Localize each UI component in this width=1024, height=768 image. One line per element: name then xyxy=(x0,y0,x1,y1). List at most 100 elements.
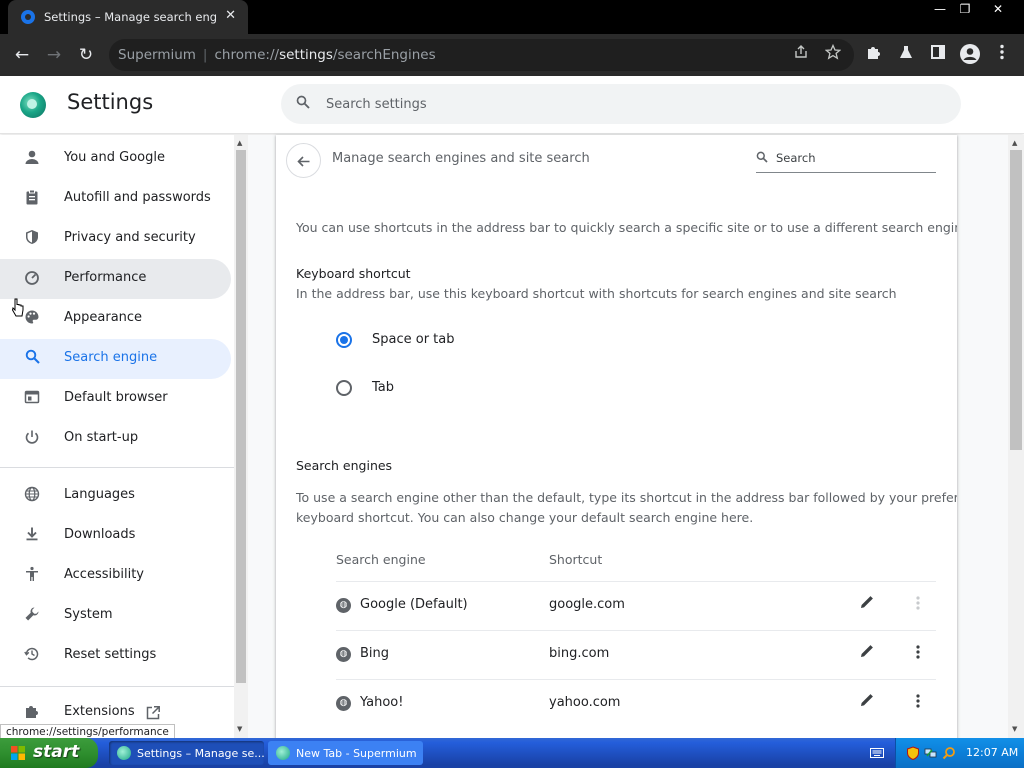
speedometer-icon xyxy=(22,269,42,289)
engine-shortcut: bing.com xyxy=(549,646,610,661)
more-actions-icon[interactable] xyxy=(908,692,928,714)
sidebar-item-label: Accessibility xyxy=(64,567,144,582)
taskbar-item-new-tab[interactable]: New Tab - Supermium xyxy=(268,741,423,765)
puzzle-icon xyxy=(22,703,42,723)
sidebar-item-accessibility[interactable]: Accessibility xyxy=(0,556,231,596)
settings-header: Settings xyxy=(0,76,1024,134)
more-actions-icon[interactable] xyxy=(908,594,928,616)
sidebar-item-languages[interactable]: Languages xyxy=(0,476,231,516)
keyboard-icon[interactable] xyxy=(870,747,884,759)
radio-label-space-or-tab: Space or tab xyxy=(372,332,455,347)
radio-space-or-tab[interactable] xyxy=(336,332,352,348)
sidebar-item-autofill[interactable]: Autofill and passwords xyxy=(0,179,231,219)
scroll-down-arrow-icon[interactable]: ▼ xyxy=(1012,725,1017,733)
settings-sidebar: You and Google Autofill and passwords Pr… xyxy=(0,135,234,738)
back-button[interactable]: ← xyxy=(10,43,34,67)
settings-search-input[interactable] xyxy=(326,95,926,113)
edit-pencil-icon[interactable] xyxy=(856,594,878,616)
search-engines-card: Manage search engines and site search Yo… xyxy=(276,135,957,745)
sidebar-scrollbar[interactable]: ▲ ▼ xyxy=(234,135,248,738)
page-title: Settings xyxy=(67,90,154,114)
sidebar-item-downloads[interactable]: Downloads xyxy=(0,516,231,556)
page-scroll-thumb[interactable] xyxy=(1010,150,1022,450)
page-scrollbar[interactable]: ▲ ▼ xyxy=(1008,135,1024,738)
subpage-search[interactable] xyxy=(756,147,936,173)
site-name: Supermium xyxy=(118,47,196,63)
table-row: ◍ Google (Default) google.com xyxy=(336,581,936,630)
address-bar[interactable]: Supermium | chrome://settings/searchEngine… xyxy=(109,39,854,71)
url-scheme: chrome:// xyxy=(214,47,280,63)
sidebar-item-performance[interactable]: Performance xyxy=(0,259,231,299)
edit-pencil-icon[interactable] xyxy=(856,692,878,714)
globe-icon xyxy=(22,486,42,506)
browser-tab[interactable]: Settings – Manage search engines a ✕ xyxy=(8,0,248,34)
close-window-button[interactable]: ✕ xyxy=(985,0,1011,18)
person-icon xyxy=(22,149,42,169)
sidebar-item-privacy[interactable]: Privacy and security xyxy=(0,219,231,259)
windows-taskbar: start Settings – Manage se... New Tab - … xyxy=(0,738,1024,768)
reload-button[interactable]: ↻ xyxy=(74,43,98,67)
sidebar-item-system[interactable]: System xyxy=(0,596,231,636)
scroll-up-arrow-icon[interactable]: ▲ xyxy=(1012,139,1017,147)
search-icon xyxy=(22,349,42,369)
address-separator: | xyxy=(202,47,208,63)
keyboard-shortcut-heading: Keyboard shortcut xyxy=(296,266,411,281)
sidebar-item-label: Appearance xyxy=(64,310,143,325)
extensions-puzzle-icon[interactable] xyxy=(862,43,886,67)
browser-menu-icon[interactable] xyxy=(990,43,1014,67)
more-actions-icon[interactable] xyxy=(908,643,928,665)
scroll-up-arrow-icon[interactable]: ▲ xyxy=(237,139,242,147)
lab-flask-icon[interactable] xyxy=(894,43,918,67)
forward-button[interactable]: → xyxy=(42,43,66,67)
subpage-search-input[interactable] xyxy=(776,151,931,165)
radio-tab[interactable] xyxy=(336,380,352,396)
search-engines-heading: Search engines xyxy=(296,458,393,473)
sidebar-item-reset[interactable]: Reset settings xyxy=(0,636,231,676)
address-text[interactable]: Supermium | chrome://settings/searchEngine… xyxy=(118,47,436,63)
sidebar-item-you-and-google[interactable]: You and Google xyxy=(0,139,231,179)
network-icon[interactable] xyxy=(924,746,938,760)
sidebar-item-default-browser[interactable]: Default browser xyxy=(0,379,231,419)
tab-title: Settings – Manage search engines a xyxy=(44,10,216,24)
wrench-icon xyxy=(22,606,42,626)
tab-close-icon[interactable]: ✕ xyxy=(225,8,236,24)
bookmark-star-icon[interactable] xyxy=(821,43,845,67)
taskbar-item-label: Settings – Manage se... xyxy=(137,746,264,760)
security-shield-icon[interactable] xyxy=(906,746,920,761)
globe-icon: ◍ xyxy=(336,647,351,662)
minimize-button[interactable]: — xyxy=(927,0,953,18)
settings-gear-icon xyxy=(21,10,35,24)
start-button[interactable]: start xyxy=(0,738,98,768)
table-row: ◍ Yahoo! yahoo.com xyxy=(336,679,936,728)
supermium-app-icon xyxy=(276,746,290,760)
sidebar-item-on-startup[interactable]: On start-up xyxy=(0,419,231,459)
scroll-down-arrow-icon[interactable]: ▼ xyxy=(237,725,242,733)
edit-pencil-icon[interactable] xyxy=(856,643,878,665)
sidebar-item-search-engine[interactable]: Search engine xyxy=(0,339,231,379)
engine-shortcut: google.com xyxy=(549,597,625,612)
sidebar-scroll-thumb[interactable] xyxy=(236,150,246,683)
share-icon[interactable] xyxy=(789,43,813,67)
sidebar-item-appearance[interactable]: Appearance xyxy=(0,299,231,339)
restore-button[interactable]: ❐ xyxy=(952,0,978,18)
subpage-title: Manage search engines and site search xyxy=(332,151,590,166)
settings-search[interactable] xyxy=(281,84,961,124)
sidebar-item-label: Search engine xyxy=(64,350,158,365)
profile-avatar-icon[interactable] xyxy=(958,43,982,67)
side-panel-icon[interactable] xyxy=(926,43,950,67)
sidebar-item-label: Downloads xyxy=(64,527,136,542)
search-tray-icon[interactable] xyxy=(942,746,956,760)
back-arrow-button[interactable] xyxy=(286,143,321,178)
screen: Settings – Manage search engines a ✕ — ❐… xyxy=(0,0,1024,768)
sidebar-item-label: Default browser xyxy=(64,390,168,405)
clock: 12:07 AM xyxy=(966,746,1019,759)
start-label: start xyxy=(33,742,80,762)
search-icon xyxy=(293,94,313,114)
search-icon xyxy=(756,151,768,166)
taskbar-item-settings[interactable]: Settings – Manage se... xyxy=(109,741,264,765)
globe-icon: ◍ xyxy=(336,696,351,711)
sidebar-item-label: On start-up xyxy=(64,430,139,445)
windows-flag-icon xyxy=(11,746,25,760)
sidebar-divider xyxy=(0,467,234,468)
download-icon xyxy=(22,526,42,546)
